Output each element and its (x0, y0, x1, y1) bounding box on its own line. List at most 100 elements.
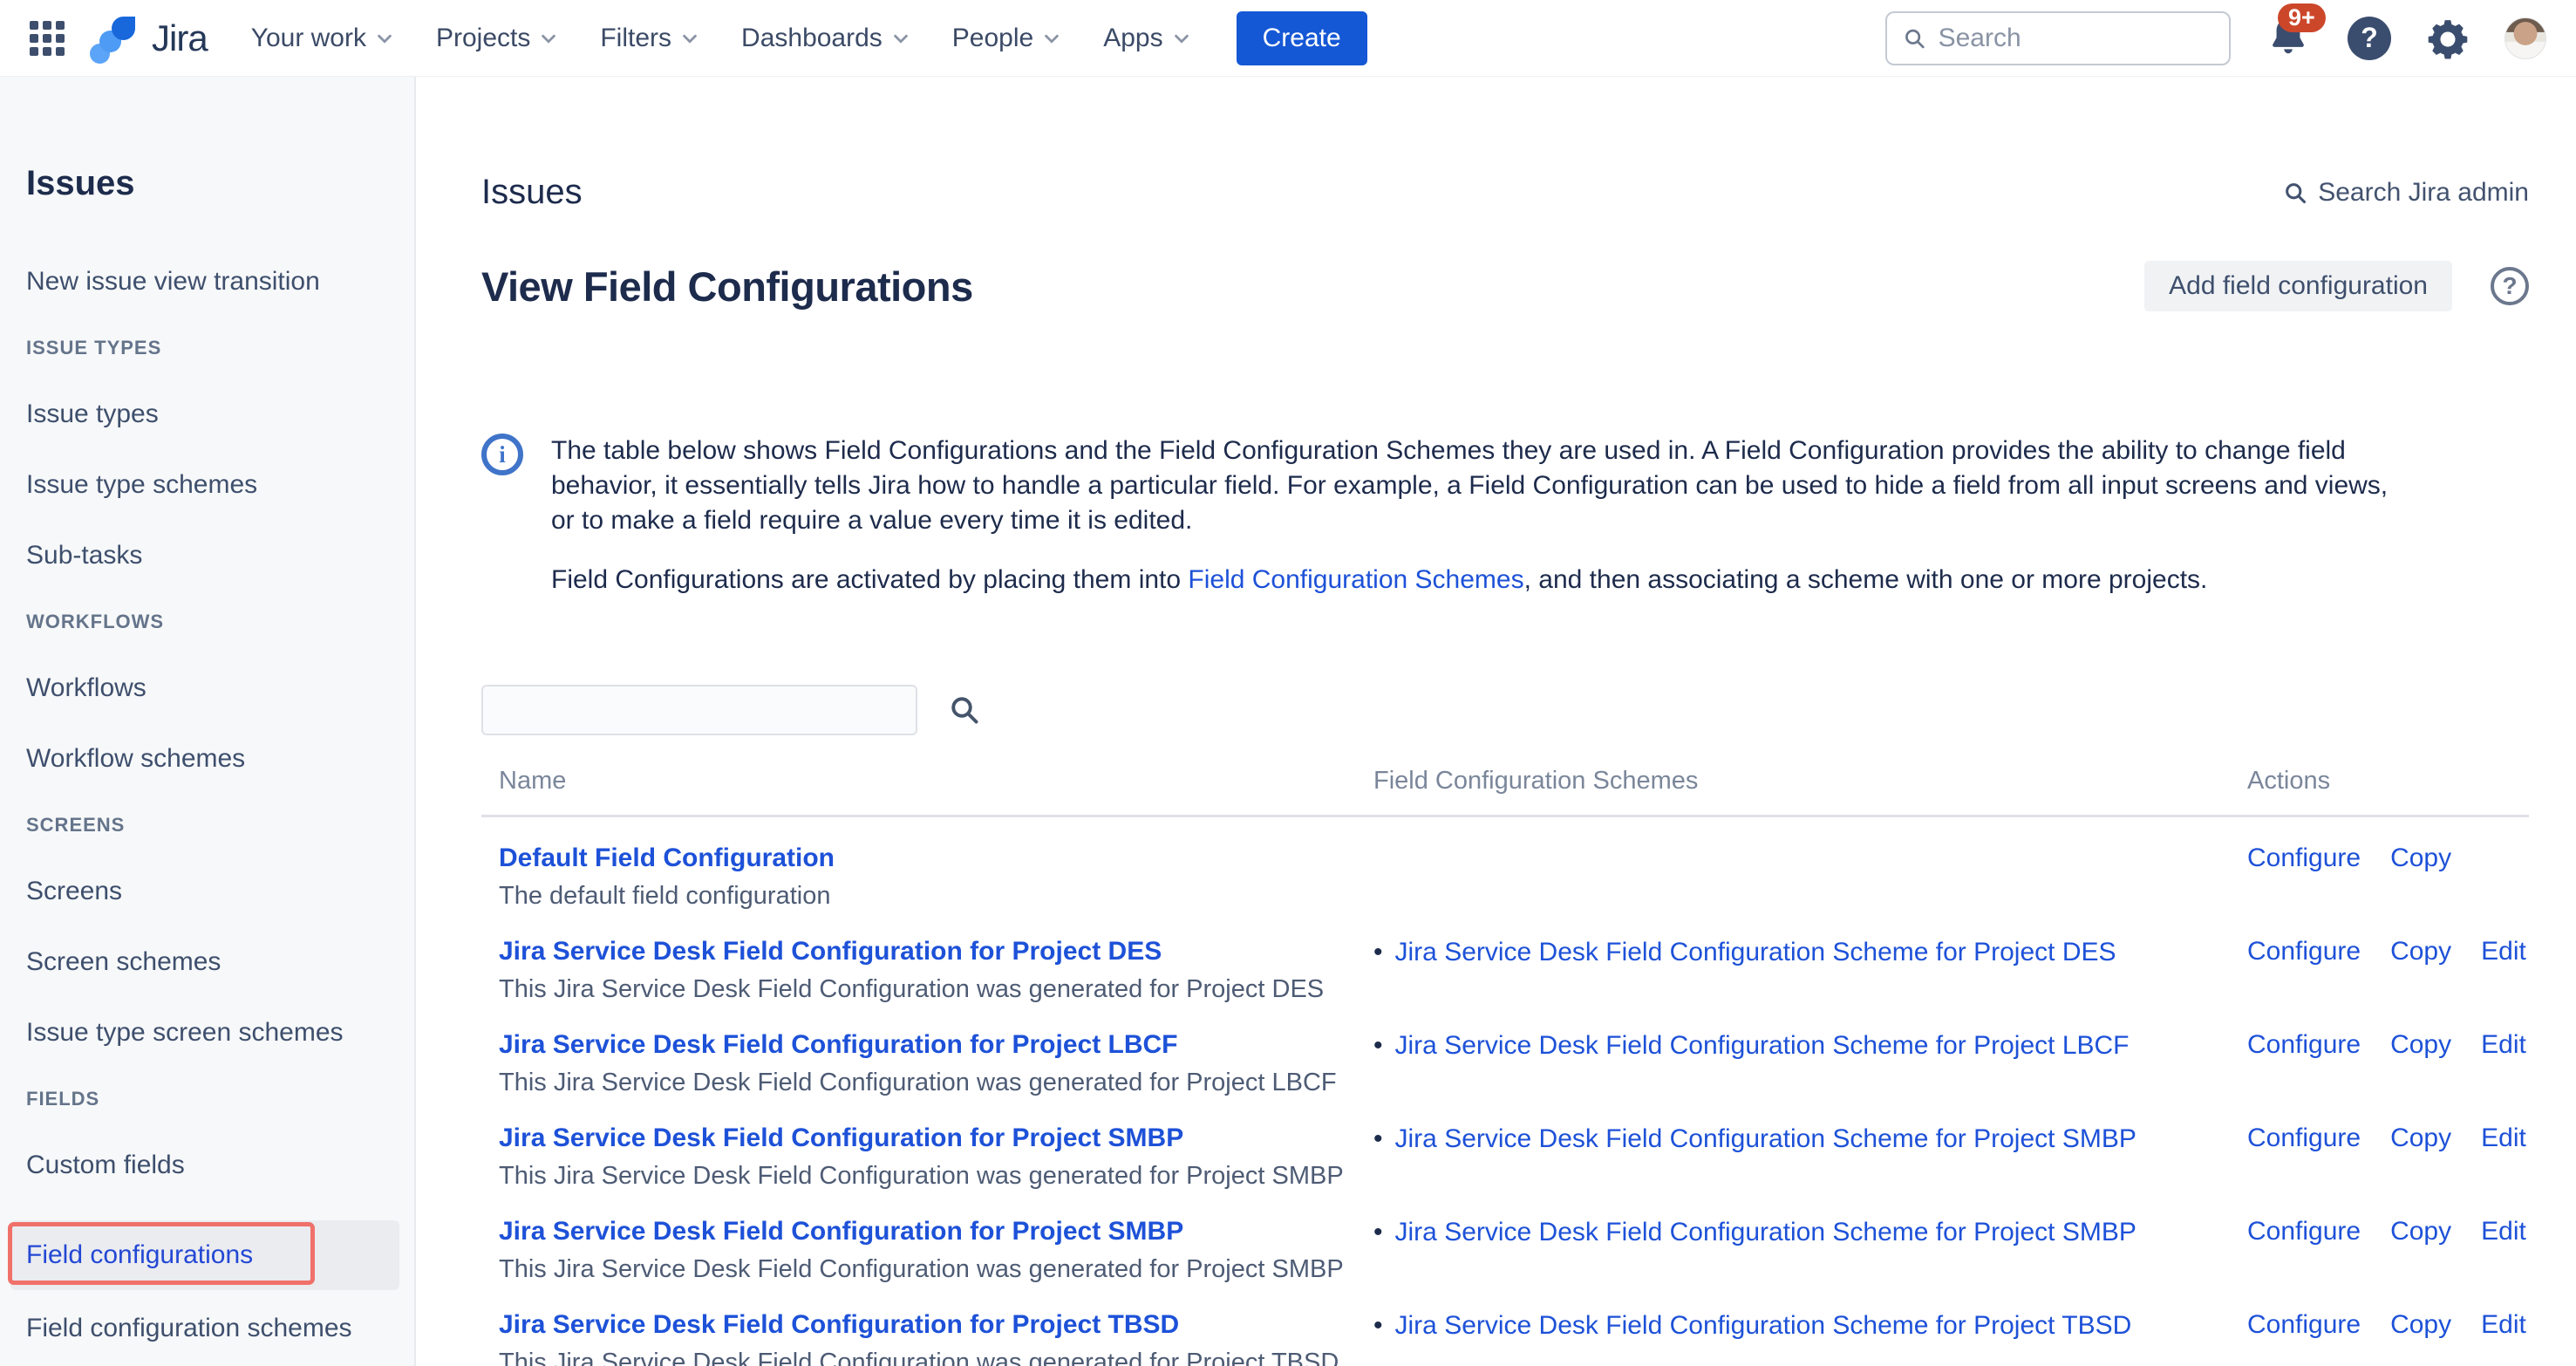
schemes-cell (1356, 844, 2230, 911)
sidebar-heading-issue-types: ISSUE TYPES (26, 337, 414, 359)
edit-link[interactable]: Edit (2481, 937, 2526, 1004)
configure-link[interactable]: Configure (2247, 1030, 2361, 1097)
bullet-icon: • (1373, 1030, 1383, 1062)
sidebar-item-field-configurations[interactable]: Field configurations (10, 1220, 399, 1290)
top-navigation-bar: Jira Your work Projects Filters Dashboar… (0, 0, 2576, 77)
sidebar-item-issue-types[interactable]: Issue types (26, 399, 414, 430)
global-search-input[interactable] (1939, 24, 2213, 53)
nav-people[interactable]: People (952, 24, 1061, 53)
column-header-actions: Actions (2230, 767, 2529, 796)
copy-link[interactable]: Copy (2390, 1217, 2451, 1284)
create-button[interactable]: Create (1237, 11, 1367, 65)
info-paragraph-1: The table below shows Field Configuratio… (551, 434, 2413, 538)
sidebar-heading-workflows: WORKFLOWS (26, 611, 414, 633)
configuration-description: This Jira Service Desk Field Configurati… (499, 975, 1356, 1004)
sidebar-heading-fields: FIELDS (26, 1088, 414, 1110)
sidebar-item-issue-type-schemes[interactable]: Issue type schemes (26, 469, 414, 501)
page-title: View Field Configurations (481, 263, 973, 311)
user-avatar[interactable] (2504, 17, 2546, 59)
table-row: Jira Service Desk Field Configuration fo… (481, 1004, 2529, 1097)
edit-link[interactable]: Edit (2481, 1030, 2526, 1097)
configuration-description: This Jira Service Desk Field Configurati… (499, 1069, 1356, 1097)
copy-link[interactable]: Copy (2390, 937, 2451, 1004)
nav-projects[interactable]: Projects (436, 24, 558, 53)
copy-link[interactable]: Copy (2390, 1124, 2451, 1191)
table-row: Default Field Configuration The default … (481, 817, 2529, 911)
sidebar-title: Issues (26, 164, 414, 203)
sidebar-item-workflows[interactable]: Workflows (26, 673, 414, 704)
nav-apps[interactable]: Apps (1103, 24, 1190, 53)
primary-nav: Your work Projects Filters Dashboards Pe… (251, 24, 1191, 53)
configuration-name-link[interactable]: Jira Service Desk Field Configuration fo… (499, 1310, 1179, 1340)
scheme-link[interactable]: Jira Service Desk Field Configuration Sc… (1395, 937, 2116, 968)
copy-link[interactable]: Copy (2390, 844, 2451, 911)
sidebar-item-workflow-schemes[interactable]: Workflow schemes (26, 743, 414, 775)
filter-search-icon[interactable] (949, 694, 980, 726)
configure-link[interactable]: Configure (2247, 1124, 2361, 1191)
edit-link[interactable]: Edit (2481, 1124, 2526, 1191)
question-mark-icon: ? (2502, 272, 2517, 300)
scheme-link[interactable]: Jira Service Desk Field Configuration Sc… (1395, 1217, 2136, 1248)
bullet-icon: • (1373, 937, 1383, 968)
search-jira-admin-link[interactable]: Search Jira admin (2283, 178, 2529, 208)
filter-configurations-input[interactable] (481, 685, 917, 735)
search-icon (2283, 181, 2307, 205)
nav-dashboards[interactable]: Dashboards (741, 24, 910, 53)
sidebar-heading-screens: SCREENS (26, 814, 414, 837)
nav-filters[interactable]: Filters (600, 24, 699, 53)
sidebar-item-screens[interactable]: Screens (26, 876, 414, 907)
edit-link[interactable]: Edit (2481, 1310, 2526, 1366)
sidebar-item-issue-type-screen-schemes[interactable]: Issue type screen schemes (26, 1017, 414, 1048)
configuration-name-link[interactable]: Default Field Configuration (499, 844, 835, 873)
configuration-description: This Jira Service Desk Field Configurati… (499, 1349, 1356, 1366)
sidebar-item-custom-fields[interactable]: Custom fields (26, 1150, 414, 1181)
configuration-name-link[interactable]: Jira Service Desk Field Configuration fo… (499, 1030, 1178, 1060)
chevron-down-icon (539, 29, 558, 48)
nav-your-work[interactable]: Your work (251, 24, 394, 53)
configuration-name-link[interactable]: Jira Service Desk Field Configuration fo… (499, 937, 1162, 966)
configure-link[interactable]: Configure (2247, 1310, 2361, 1366)
sidebar-item-screen-schemes[interactable]: Screen schemes (26, 946, 414, 978)
configure-link[interactable]: Configure (2247, 844, 2361, 911)
configure-link[interactable]: Configure (2247, 937, 2361, 1004)
global-search-box[interactable] (1885, 11, 2231, 65)
app-switcher-icon[interactable] (30, 21, 65, 56)
configuration-name-link[interactable]: Jira Service Desk Field Configuration fo… (499, 1217, 1183, 1246)
help-button[interactable]: ? (2348, 17, 2391, 60)
scheme-link[interactable]: Jira Service Desk Field Configuration Sc… (1395, 1310, 2132, 1342)
sidebar-item-new-issue-view-transition[interactable]: New issue view transition (26, 266, 414, 297)
table-header: Name Field Configuration Schemes Actions (481, 767, 2529, 817)
search-icon (1903, 25, 1926, 51)
sidebar-item-label: Field configurations (26, 1240, 253, 1271)
bullet-icon: • (1373, 1217, 1383, 1248)
chevron-down-icon (1042, 29, 1061, 48)
settings-gear-icon[interactable] (2426, 17, 2470, 60)
edit-link[interactable]: Edit (2481, 1217, 2526, 1284)
sidebar-item-field-configuration-schemes[interactable]: Field configuration schemes (26, 1313, 414, 1344)
copy-link[interactable]: Copy (2390, 1310, 2451, 1366)
chevron-down-icon (375, 29, 394, 48)
table-row: Jira Service Desk Field Configuration fo… (481, 1284, 2529, 1366)
sidebar-item-sub-tasks[interactable]: Sub-tasks (26, 540, 414, 571)
jira-logo[interactable]: Jira (89, 11, 208, 65)
info-icon: i (481, 434, 523, 475)
table-row: Jira Service Desk Field Configuration fo… (481, 1097, 2529, 1191)
configure-link[interactable]: Configure (2247, 1217, 2361, 1284)
copy-link[interactable]: Copy (2390, 1030, 2451, 1097)
configuration-name-link[interactable]: Jira Service Desk Field Configuration fo… (499, 1124, 1183, 1153)
section-title: Issues (481, 173, 583, 212)
scheme-link[interactable]: Jira Service Desk Field Configuration Sc… (1395, 1124, 2136, 1155)
admin-sidebar: Issues New issue view transition ISSUE T… (0, 77, 416, 1366)
field-configuration-schemes-link[interactable]: Field Configuration Schemes (1188, 565, 1523, 594)
column-header-schemes: Field Configuration Schemes (1356, 767, 2230, 796)
notifications-button[interactable]: 9+ (2266, 14, 2313, 63)
table-row: Jira Service Desk Field Configuration fo… (481, 1191, 2529, 1284)
jira-logo-text: Jira (152, 17, 208, 59)
page-help-button[interactable]: ? (2491, 267, 2529, 305)
add-field-configuration-button[interactable]: Add field configuration (2144, 261, 2452, 311)
chevron-down-icon (891, 29, 910, 48)
bullet-icon: • (1373, 1310, 1383, 1342)
scheme-link[interactable]: Jira Service Desk Field Configuration Sc… (1395, 1030, 2130, 1062)
jira-logo-icon (89, 11, 143, 65)
info-panel: i The table below shows Field Configurat… (481, 434, 2529, 598)
